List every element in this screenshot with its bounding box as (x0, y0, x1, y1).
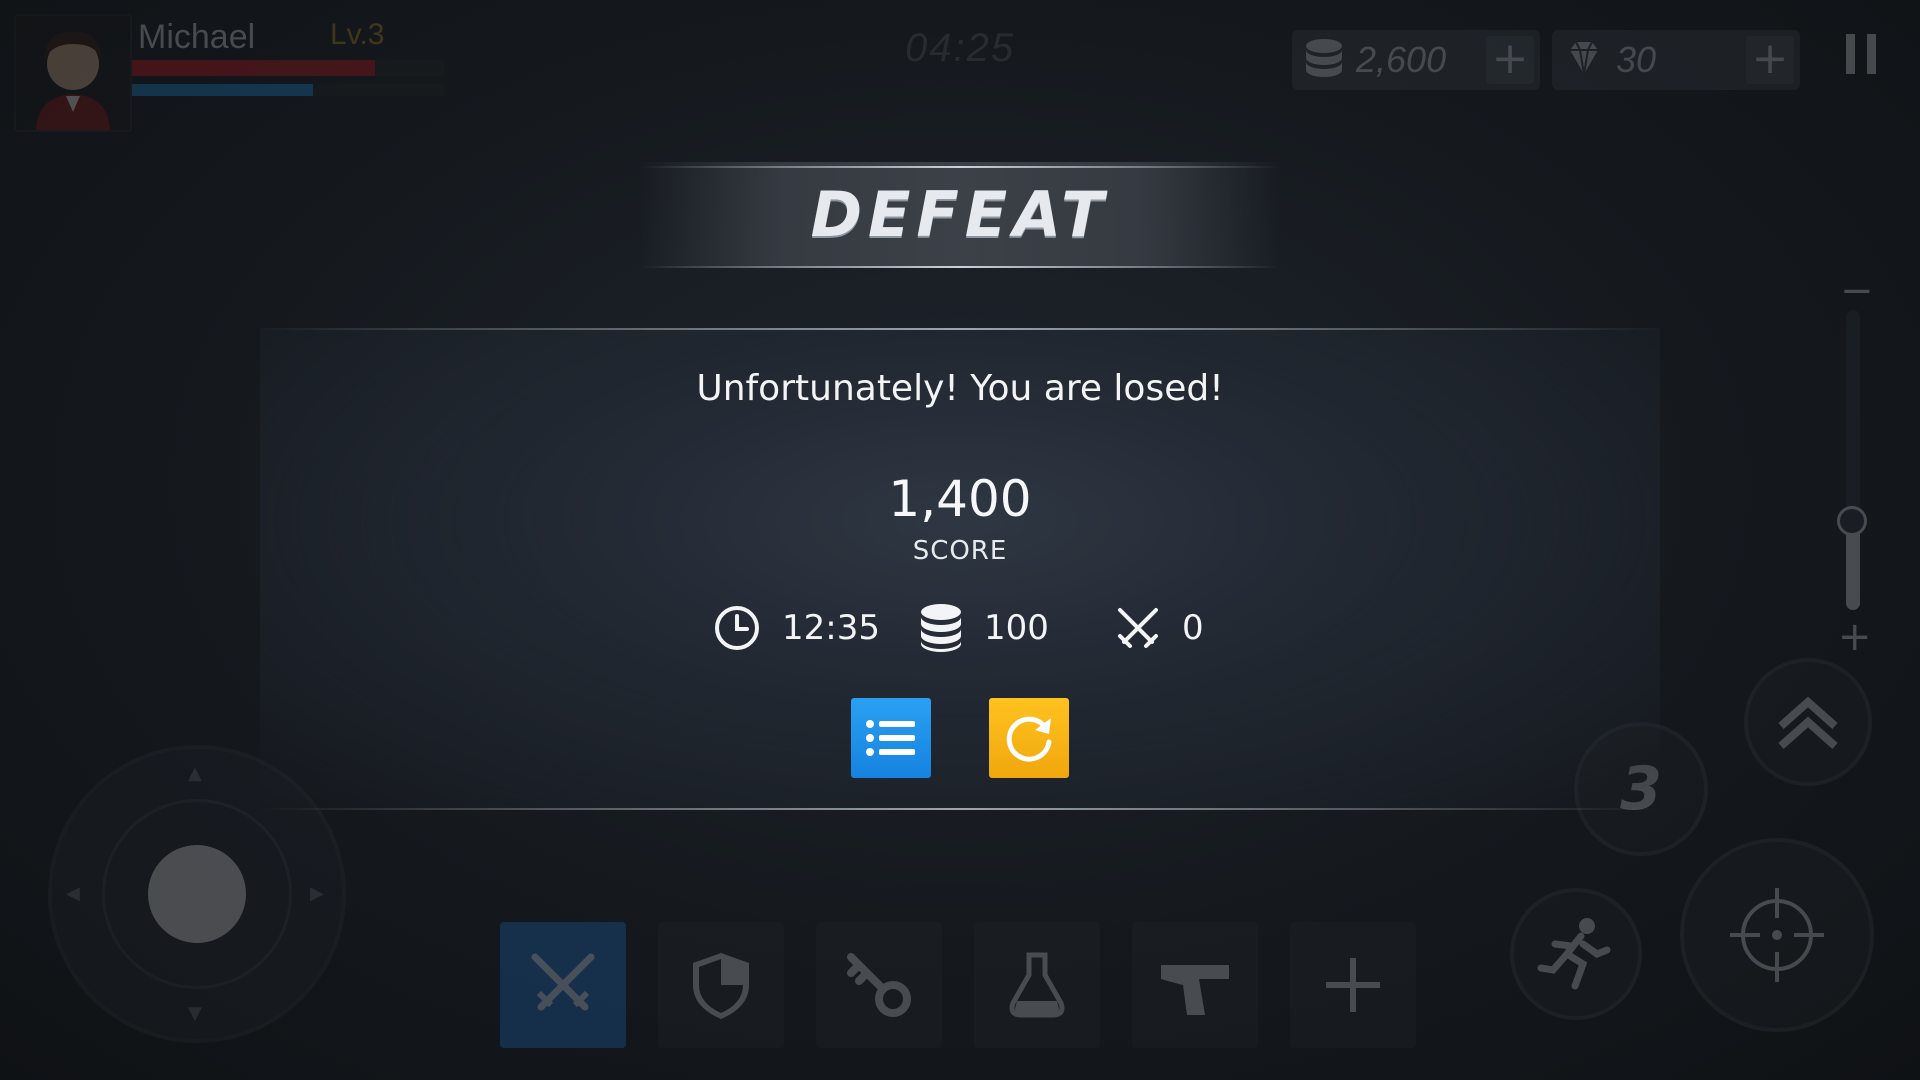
hotbar-slot-weapon[interactable] (500, 922, 626, 1048)
add-gold-button[interactable]: + (1486, 36, 1534, 84)
retry-button[interactable] (989, 698, 1069, 778)
panel-bottom-divider (260, 808, 1660, 810)
crossed-swords-icon (531, 953, 595, 1011)
stat-coins-value: 100 (984, 608, 1049, 648)
player-name: Michael (138, 18, 256, 56)
joystick-left-arrow-icon: ◀ (66, 883, 80, 904)
player-avatar (14, 14, 132, 132)
menu-list-button[interactable] (851, 698, 931, 778)
hotbar-slot-potion[interactable] (974, 922, 1100, 1048)
zoom-out-icon[interactable]: − (1840, 268, 1874, 314)
match-timer: 04:25 (905, 26, 1016, 70)
hotbar-slot-shield[interactable] (658, 922, 784, 1048)
hotbar-slot-gun[interactable] (1132, 922, 1258, 1048)
sprint-button[interactable] (1510, 888, 1642, 1020)
pause-button[interactable] (1846, 34, 1876, 74)
zoom-in-icon[interactable]: + (1838, 614, 1872, 660)
gold-amount: 2,600 (1356, 39, 1447, 80)
shield-icon (693, 953, 749, 1019)
crosshair-icon (1730, 888, 1824, 982)
score-label: SCORE (912, 536, 1008, 566)
joystick-up-arrow-icon: ▲ (188, 763, 202, 784)
mana-bar-fill (132, 84, 313, 96)
list-icon (866, 720, 915, 756)
potion-icon (1009, 952, 1065, 1018)
crossed-swords-icon (1118, 608, 1158, 648)
gem-icon (1562, 36, 1606, 84)
plus-icon (1326, 958, 1380, 1012)
coin-stack-icon (1302, 36, 1346, 84)
fire-button[interactable] (1680, 838, 1874, 1032)
stat-time: 12:35 (712, 598, 880, 658)
hotbar-slot-add[interactable] (1290, 922, 1416, 1048)
result-title: DEFEAT (810, 178, 1110, 251)
pistol-icon (1161, 965, 1229, 1015)
gem-amount: 30 (1616, 39, 1657, 80)
player-level: Lv.3 (330, 18, 385, 51)
joystick-knob[interactable] (148, 845, 246, 943)
gem-counter: 30 + (1552, 30, 1800, 90)
panel-top-divider (260, 328, 1660, 330)
stat-time-value: 12:35 (782, 608, 880, 648)
joystick-down-arrow-icon: ▼ (188, 1003, 202, 1024)
jump-button[interactable] (1744, 658, 1872, 786)
add-gems-button[interactable]: + (1746, 36, 1794, 84)
stat-kills: 0 (1114, 598, 1204, 658)
retry-icon (1006, 716, 1052, 762)
key-icon (847, 953, 911, 1017)
mana-bar (132, 84, 444, 96)
clock-icon (715, 606, 759, 650)
gold-counter: 2,600 + (1292, 30, 1540, 90)
health-bar-fill (132, 60, 376, 76)
joystick-right-arrow-icon: ▶ (310, 883, 324, 904)
result-title-banner: DEFEAT (640, 162, 1280, 268)
running-man-icon (1537, 918, 1611, 990)
stat-coins: 100 (918, 598, 1049, 658)
coin-stack-icon (921, 604, 961, 652)
hotbar-slot-key[interactable] (816, 922, 942, 1048)
score-value: 1,400 (888, 470, 1032, 528)
stat-kills-value: 0 (1182, 608, 1204, 648)
result-message: Unfortunately! You are losed! (696, 368, 1224, 409)
double-chevron-up-icon (1778, 696, 1838, 749)
health-bar (132, 60, 444, 76)
